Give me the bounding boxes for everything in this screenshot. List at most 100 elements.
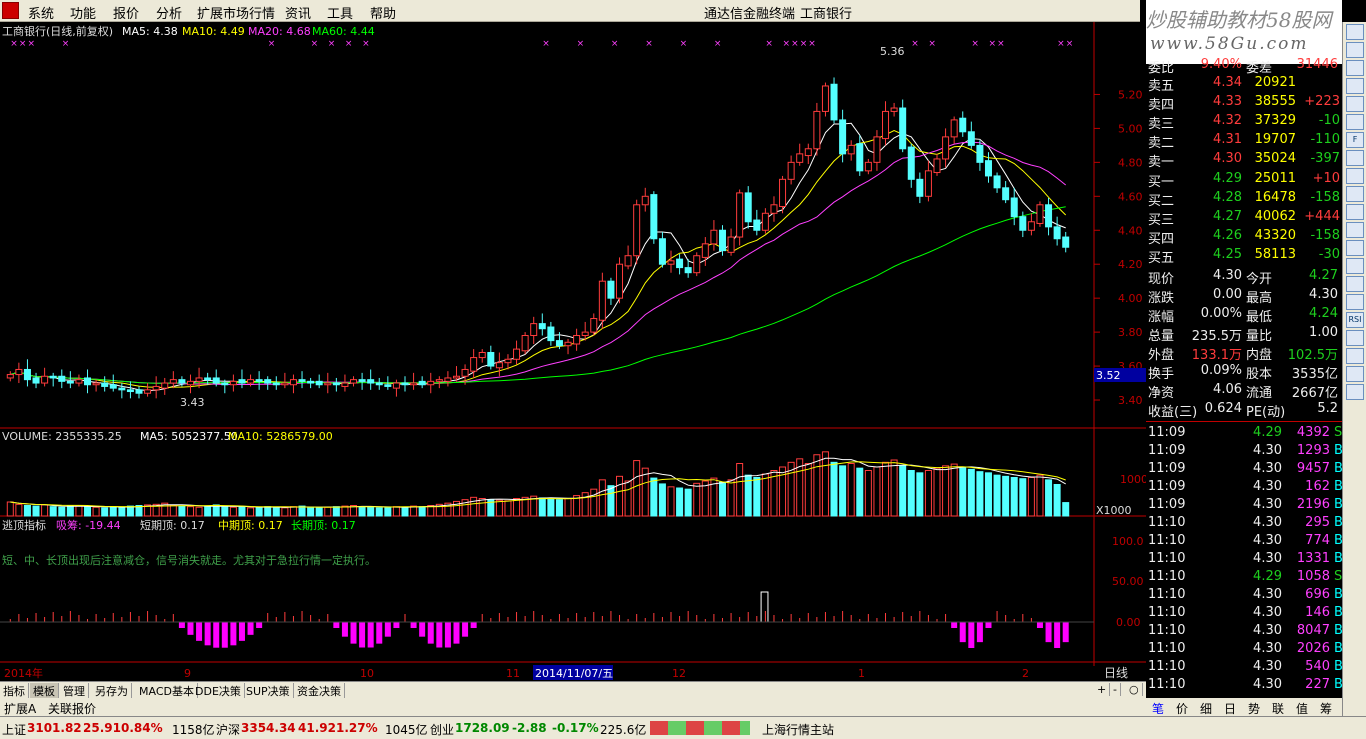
zoom-icon[interactable] [1346, 366, 1364, 382]
chart-icon[interactable] [1346, 222, 1364, 238]
rsi-icon[interactable]: RSI [1346, 312, 1364, 328]
buy-level-label: 买四 [1148, 232, 1175, 247]
plus-icon[interactable] [1346, 42, 1364, 58]
tick-row[interactable]: 11:10 4.30 227 B [1146, 676, 1343, 694]
sell-row[interactable]: 卖一 4.30 35024 -397 [1146, 150, 1342, 170]
line-icon[interactable] [1346, 96, 1364, 112]
max-icon[interactable] [1346, 24, 1364, 40]
quote-tab-6[interactable]: 值 [1296, 700, 1308, 717]
buy-row[interactable]: 买一 4.29 25011 +10 [1146, 170, 1342, 190]
sh-index-value[interactable]: 3101.82 [27, 721, 82, 735]
buy-row[interactable]: 买三 4.27 40062 +444 [1146, 208, 1342, 228]
tab-save-as[interactable]: 另存为 [92, 683, 132, 699]
menu-help[interactable]: 帮助 [370, 3, 396, 22]
tick-row[interactable]: 11:10 4.30 8047 B [1146, 622, 1343, 640]
quote-tab-1[interactable]: 价 [1176, 700, 1188, 717]
stat-row[interactable]: 净资 4.06 流通 2667亿 [1146, 381, 1342, 401]
tick-row[interactable]: 11:10 4.30 540 B [1146, 658, 1343, 676]
bar-icon[interactable] [1346, 186, 1364, 202]
quote-tab-2[interactable]: 细 [1200, 700, 1212, 717]
move-icon[interactable] [1346, 348, 1364, 364]
minus-icon[interactable] [1346, 60, 1364, 76]
volume-bar [66, 505, 74, 517]
fin-icon[interactable]: F [1346, 132, 1364, 148]
buy-row[interactable]: 买四 4.26 43320 -158 [1146, 227, 1342, 247]
kline-chart[interactable]: 5.205.004.804.604.404.204.003.803.603.40… [0, 22, 1146, 681]
tick-volume: 4392 [1296, 425, 1330, 440]
quote-tab-0[interactable]: 笔 [1152, 700, 1164, 717]
tab-dde[interactable]: DDE决策 [192, 683, 245, 699]
tick-row[interactable]: 11:10 4.29 1058 S [1146, 568, 1342, 586]
menu-tools[interactable]: 工具 [327, 3, 353, 22]
tab-fund[interactable]: 资金决策 [294, 683, 345, 699]
grid-icon[interactable] [1346, 168, 1364, 184]
buy-row[interactable]: 买五 4.25 58113 -30 [1146, 246, 1342, 266]
flag-icon[interactable] [1346, 294, 1364, 310]
tick-row[interactable]: 11:10 4.30 774 B [1146, 532, 1343, 550]
stat-row[interactable]: 换手 0.09% 股本 3535亿 [1146, 362, 1342, 382]
tab-macd[interactable]: MACD基本 [136, 683, 198, 699]
cy-index-value[interactable]: 1728.09 [455, 721, 510, 735]
stat-row[interactable]: 总量 235.5万 量比 1.00 [1146, 324, 1342, 344]
candle-body [23, 368, 31, 381]
menu-function[interactable]: 功能 [70, 3, 96, 22]
nav-icon[interactable] [1346, 384, 1364, 400]
tab-manage[interactable]: 管理 [60, 683, 89, 699]
period-label[interactable]: 日线 [1104, 666, 1128, 680]
quote-tab-7[interactable]: 筹 [1320, 700, 1332, 717]
tab-indicator[interactable]: 指标 [0, 683, 29, 699]
candle-body [564, 341, 572, 347]
tick-row[interactable]: 11:09 4.30 162 B [1146, 478, 1343, 496]
sell-row[interactable]: 卖三 4.32 37329 -10 [1146, 112, 1342, 132]
tab-sup[interactable]: SUP决策 [243, 683, 294, 699]
zoom-reset-button[interactable]: ○ [1126, 683, 1143, 696]
tick-row[interactable]: 11:09 4.30 9457 B [1146, 460, 1343, 478]
sell-price: 4.30 [1213, 151, 1242, 166]
candle-body [864, 161, 872, 172]
sell-row[interactable]: 卖四 4.33 38555 +223 [1146, 93, 1342, 113]
sell-row[interactable]: 卖二 4.31 19707 -110 [1146, 131, 1342, 151]
stat-row[interactable]: 外盘 133.1万 内盘 102.5万 [1146, 343, 1342, 363]
tick-icon[interactable] [1346, 204, 1364, 220]
hs-index-value[interactable]: 3354.34 [241, 721, 296, 735]
zoom-in-button[interactable]: + [1094, 683, 1111, 696]
target-icon[interactable] [1346, 330, 1364, 346]
fund-icon[interactable] [1346, 114, 1364, 130]
info-icon[interactable] [1346, 276, 1364, 292]
menu-news[interactable]: 资讯 [285, 3, 311, 22]
related-quote-button[interactable]: 关联报价 [48, 700, 96, 717]
ext-a-button[interactable]: 扩展A [4, 700, 36, 717]
menu-system[interactable]: 系统 [28, 3, 54, 22]
tick-row[interactable]: 11:09 4.30 1293 B [1146, 442, 1343, 460]
stat-row[interactable]: 涨跌 0.00 最高 4.30 [1146, 286, 1342, 306]
quote-tab-4[interactable]: 势 [1248, 700, 1260, 717]
tick-time: 11:09 [1148, 425, 1186, 440]
hash-icon[interactable] [1346, 150, 1364, 166]
stat-row[interactable]: 收益(三) 0.624 PE(动) 5.2 [1146, 400, 1342, 420]
sell-row[interactable]: 卖五 4.34 20921 [1146, 74, 1342, 94]
menu-ext-market[interactable]: 扩展市场行情 [197, 3, 275, 22]
menu-quote[interactable]: 报价 [113, 3, 139, 22]
tick-row[interactable]: 11:10 4.30 295 B [1146, 514, 1343, 532]
tick-row[interactable]: 11:10 4.30 146 B [1146, 604, 1343, 622]
zoom-out-button[interactable]: - [1110, 683, 1121, 696]
quote-tab-5[interactable]: 联 [1272, 700, 1284, 717]
quote-tab-3[interactable]: 日 [1224, 700, 1236, 717]
list-icon[interactable] [1346, 258, 1364, 274]
table-icon[interactable] [1346, 240, 1364, 256]
candle-body [984, 160, 992, 177]
buy-row[interactable]: 买二 4.28 16478 -158 [1146, 189, 1342, 209]
tick-row[interactable]: 11:10 4.30 1331 B [1146, 550, 1343, 568]
order-ratio-row[interactable]: 委比 9.40% 委差 31446 [1146, 56, 1342, 76]
candle-body [616, 263, 624, 299]
menu-analysis[interactable]: 分析 [156, 3, 182, 22]
stat-row[interactable]: 涨幅 0.00% 最低 4.24 [1146, 305, 1342, 325]
tick-row[interactable]: 11:09 4.30 2196 B [1146, 496, 1343, 514]
tab-template[interactable]: 模板 [30, 683, 59, 699]
status-bar: 上证 3101.82 25.91 0.84% 1158亿 沪深 3354.34 … [0, 716, 1366, 739]
tick-row[interactable]: 11:10 4.30 696 B [1146, 586, 1343, 604]
tick-row[interactable]: 11:09 4.29 4392 S [1146, 424, 1342, 442]
tick-row[interactable]: 11:10 4.30 2026 B [1146, 640, 1343, 658]
trend-icon[interactable] [1346, 78, 1364, 94]
stat-row[interactable]: 现价 4.30 今开 4.27 [1146, 267, 1342, 287]
